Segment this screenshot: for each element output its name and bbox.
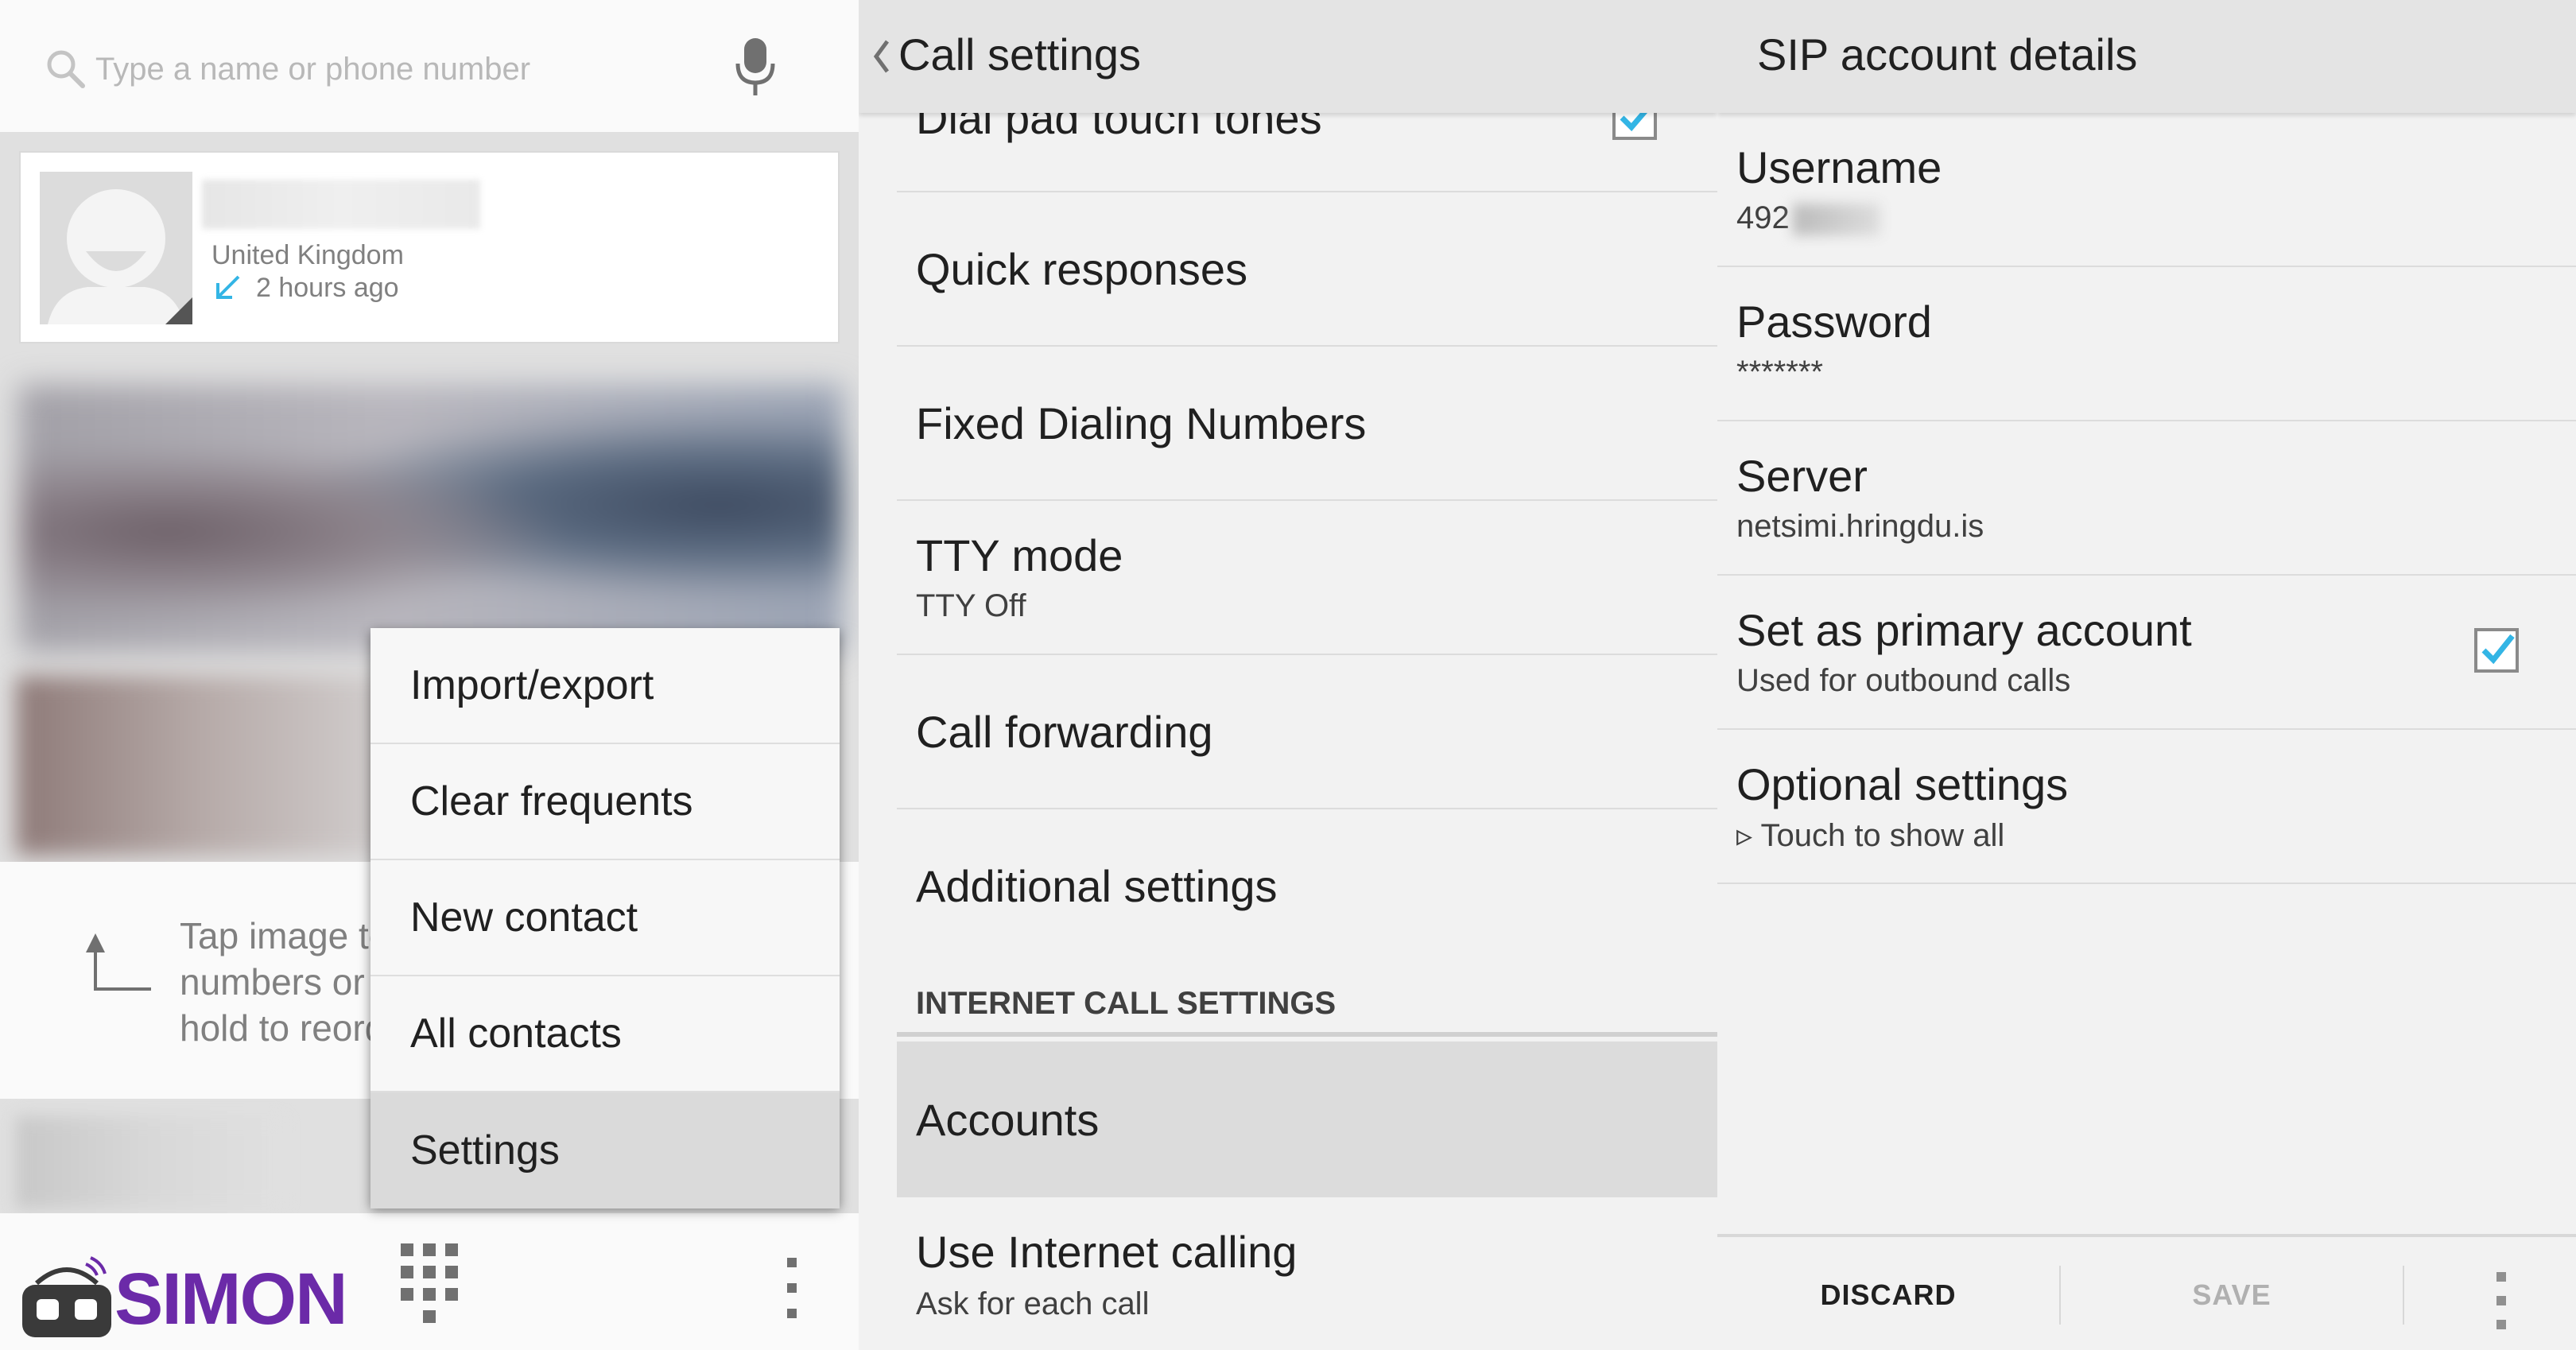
setting-title: Additional settings bbox=[916, 861, 1278, 911]
dialer-panel: United Kingdom 2 hours ago Tap image to … bbox=[0, 0, 859, 1350]
call-settings-panel: Call settings Dial pad touch tones Quick… bbox=[859, 0, 1717, 1350]
call-time-row: 2 hours ago bbox=[211, 272, 399, 304]
avatar-corner bbox=[165, 297, 192, 324]
menu-item-clear-frequents[interactable]: Clear frequents bbox=[370, 744, 840, 860]
section-header: INTERNET CALL SETTINGS bbox=[897, 973, 1717, 1037]
blurred-contact-photo[interactable] bbox=[16, 676, 429, 855]
arrow-up-left-icon bbox=[86, 933, 151, 991]
setting-call-forwarding[interactable]: Call forwarding bbox=[897, 655, 1717, 809]
setting-title: Accounts bbox=[916, 1095, 1100, 1145]
blurred-username bbox=[1792, 204, 1880, 236]
overflow-popup-menu: Import/export Clear frequents New contac… bbox=[370, 628, 840, 1208]
call-location: United Kingdom bbox=[211, 240, 404, 270]
field-label: Set as primary account bbox=[1736, 605, 2192, 655]
setting-subtitle: TTY Off bbox=[916, 588, 1026, 623]
primary-account-checkbox[interactable] bbox=[2474, 628, 2519, 673]
setting-title: Quick responses bbox=[916, 244, 1248, 294]
username-value: 492 bbox=[1736, 200, 1790, 235]
menu-item-new-contact[interactable]: New contact bbox=[370, 860, 840, 976]
setting-tty-mode[interactable]: TTY mode TTY Off bbox=[897, 501, 1717, 655]
checkmark-icon bbox=[2481, 634, 2515, 665]
blurred-contact-photo[interactable] bbox=[16, 1116, 286, 1208]
robot-logo-icon bbox=[22, 1256, 111, 1337]
button-bar: DISCARD SAVE bbox=[1717, 1234, 2576, 1350]
setting-quick-responses[interactable]: Quick responses bbox=[897, 192, 1717, 347]
bottom-action-bar: SIMON bbox=[0, 1213, 859, 1350]
search-input[interactable] bbox=[94, 41, 698, 97]
call-time: 2 hours ago bbox=[256, 272, 399, 303]
avatar[interactable] bbox=[40, 172, 192, 324]
field-label: Username bbox=[1736, 142, 1942, 192]
field-value: Used for outbound calls bbox=[1736, 663, 2071, 698]
field-value: netsimi.hringdu.is bbox=[1736, 509, 1984, 544]
overflow-menu-icon[interactable] bbox=[2487, 1269, 2516, 1333]
menu-item-settings[interactable]: Settings bbox=[370, 1092, 840, 1208]
dialpad-icon[interactable] bbox=[398, 1237, 461, 1339]
setting-title: Fixed Dialing Numbers bbox=[916, 398, 1367, 448]
setting-title: Call forwarding bbox=[916, 707, 1213, 757]
discard-button[interactable]: DISCARD bbox=[1717, 1237, 2059, 1350]
setting-use-internet-calling[interactable]: Use Internet calling Ask for each call bbox=[897, 1197, 1717, 1350]
field-label: Password bbox=[1736, 297, 1932, 347]
setting-fixed-dialing[interactable]: Fixed Dialing Numbers bbox=[897, 347, 1717, 501]
section-header-label: INTERNET CALL SETTINGS bbox=[916, 986, 1336, 1021]
field-value: ******* bbox=[1736, 355, 1823, 390]
menu-item-all-contacts[interactable]: All contacts bbox=[370, 976, 840, 1092]
search-bar bbox=[0, 0, 859, 132]
sip-account-panel: SIP account details Username 492 Passwor… bbox=[1717, 0, 2576, 1350]
field-value: 492 bbox=[1736, 200, 1880, 236]
field-label: Server bbox=[1736, 451, 1868, 501]
blurred-contact-photo[interactable] bbox=[19, 385, 843, 652]
setting-title: Use Internet calling bbox=[916, 1227, 1298, 1277]
field-value: ▹ Touch to show all bbox=[1736, 818, 2005, 853]
microphone-icon[interactable] bbox=[730, 35, 781, 99]
action-bar: SIP account details bbox=[1717, 0, 2576, 113]
page-title: SIP account details bbox=[1757, 29, 2138, 80]
page-title[interactable]: Call settings bbox=[898, 29, 1141, 80]
save-button[interactable]: SAVE bbox=[2061, 1237, 2403, 1350]
setting-additional[interactable]: Additional settings bbox=[897, 809, 1717, 964]
setting-title: TTY mode bbox=[916, 530, 1123, 580]
field-label: Optional settings bbox=[1736, 759, 2069, 809]
field-password[interactable]: Password ******* bbox=[1717, 267, 2576, 421]
search-icon bbox=[47, 50, 85, 88]
action-bar: Call settings bbox=[859, 0, 1717, 113]
recent-call-card[interactable]: United Kingdom 2 hours ago bbox=[19, 151, 840, 343]
field-username[interactable]: Username 492 bbox=[1717, 113, 2576, 267]
field-optional-settings[interactable]: Optional settings ▹ Touch to show all bbox=[1717, 730, 2576, 884]
field-primary-account[interactable]: Set as primary account Used for outbound… bbox=[1717, 576, 2576, 730]
simon-logo: SIMON bbox=[19, 1253, 348, 1345]
incoming-call-icon bbox=[216, 275, 240, 299]
overflow-menu-icon[interactable] bbox=[778, 1253, 806, 1325]
setting-subtitle: Ask for each call bbox=[916, 1286, 1150, 1321]
divider bbox=[2403, 1266, 2404, 1325]
setting-accounts[interactable]: Accounts bbox=[897, 1042, 1717, 1197]
menu-item-import-export[interactable]: Import/export bbox=[370, 628, 840, 744]
field-server[interactable]: Server netsimi.hringdu.is bbox=[1717, 421, 2576, 576]
back-chevron-icon[interactable] bbox=[870, 37, 892, 76]
logo-text: SIMON bbox=[114, 1258, 348, 1340]
blurred-contact-name bbox=[202, 180, 480, 229]
